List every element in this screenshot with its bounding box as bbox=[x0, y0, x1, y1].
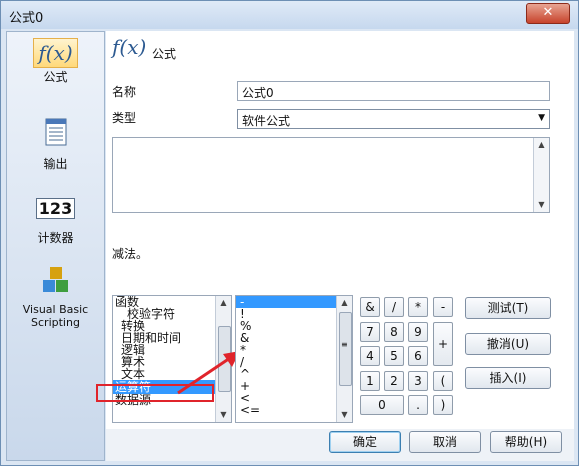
list-item-selected[interactable]: - bbox=[236, 296, 338, 308]
formula-fx-icon: f(x) bbox=[33, 38, 78, 68]
scroll-up-icon[interactable]: ▲ bbox=[216, 296, 231, 310]
close-button[interactable]: ✕ bbox=[526, 3, 570, 24]
undo-button[interactable]: 撤消(U) bbox=[465, 333, 551, 355]
name-value: 公式0 bbox=[242, 86, 274, 100]
sidebar-item-formula[interactable]: f(x) 公式 bbox=[8, 38, 103, 85]
sidebar-item-counter[interactable]: 123 计数器 bbox=[8, 198, 103, 246]
key-6[interactable]: 6 bbox=[408, 346, 428, 366]
sidebar-item-label: Visual Basic Scripting bbox=[22, 303, 89, 329]
key-8[interactable]: 8 bbox=[384, 322, 404, 342]
key-2[interactable]: 2 bbox=[384, 371, 404, 391]
key-decimal[interactable]: . bbox=[408, 395, 428, 415]
ok-button[interactable]: 确定 bbox=[329, 431, 401, 453]
key-multiply[interactable]: * bbox=[408, 297, 428, 317]
page-title: 公式 bbox=[152, 47, 177, 61]
key-minus[interactable]: - bbox=[433, 297, 453, 317]
list-item[interactable]: % bbox=[236, 320, 338, 332]
key-0[interactable]: 0 bbox=[360, 395, 404, 415]
counter-123-icon: 123 bbox=[35, 198, 76, 219]
header-formula-icon: f(x) bbox=[112, 35, 147, 59]
list-item[interactable]: & bbox=[236, 332, 338, 344]
key-right-paren[interactable]: ) bbox=[433, 395, 453, 415]
formula-textarea[interactable]: ▲ ▼ bbox=[112, 137, 550, 213]
operator-scrollbar[interactable]: ▲ ≡ ▼ bbox=[336, 296, 352, 422]
key-left-paren[interactable]: ( bbox=[433, 371, 453, 391]
test-button[interactable]: 测试(T) bbox=[465, 297, 551, 319]
help-button[interactable]: 帮助(H) bbox=[490, 431, 562, 453]
list-item[interactable]: ! bbox=[236, 308, 338, 320]
insert-button[interactable]: 插入(I) bbox=[465, 367, 551, 389]
window-title: 公式0 bbox=[9, 11, 44, 26]
close-icon: ✕ bbox=[542, 5, 554, 20]
title-bar: 公式0 ✕ bbox=[1, 1, 578, 29]
list-item[interactable]: * bbox=[236, 344, 338, 356]
annotation-arrow-icon bbox=[177, 351, 240, 395]
list-item[interactable]: ^ bbox=[236, 368, 338, 380]
chevron-down-icon: ▼ bbox=[538, 113, 545, 123]
key-ampersand[interactable]: & bbox=[360, 297, 380, 317]
key-3[interactable]: 3 bbox=[408, 371, 428, 391]
cancel-button[interactable]: 取消 bbox=[409, 431, 481, 453]
sidebar: f(x) 公式 输出 123 计数器 Visual Basic Scriptin… bbox=[6, 31, 105, 461]
type-value: 软件公式 bbox=[242, 114, 291, 128]
scroll-thumb[interactable]: ≡ bbox=[339, 312, 352, 386]
sidebar-item-label: 计数器 bbox=[37, 231, 74, 245]
formula-dialog: 公式0 ✕ f(x) 公式 输出 123 计数器 Visual Basic Sc… bbox=[0, 0, 579, 466]
dialog-footer: 确定 取消 帮助(H) bbox=[106, 429, 574, 461]
sidebar-item-output[interactable]: 输出 bbox=[8, 118, 103, 172]
scroll-up-icon[interactable]: ▲ bbox=[337, 296, 352, 310]
sidebar-item-vbscript[interactable]: Visual Basic Scripting bbox=[8, 266, 103, 329]
key-7[interactable]: 7 bbox=[360, 322, 380, 342]
key-1[interactable]: 1 bbox=[360, 371, 380, 391]
grip-icon: ≡ bbox=[341, 340, 348, 349]
sidebar-item-label: 公式 bbox=[43, 70, 68, 84]
name-field[interactable]: 公式0 bbox=[237, 81, 550, 101]
vbscript-blocks-icon bbox=[41, 266, 71, 299]
output-document-icon bbox=[45, 118, 67, 149]
sidebar-item-label: 输出 bbox=[43, 157, 68, 171]
textarea-scrollbar[interactable]: ▲ ▼ bbox=[533, 138, 549, 212]
list-item[interactable]: + bbox=[236, 380, 338, 392]
scroll-down-icon[interactable]: ▼ bbox=[337, 408, 352, 422]
key-5[interactable]: 5 bbox=[384, 346, 404, 366]
key-4[interactable]: 4 bbox=[360, 346, 380, 366]
formula-editor-panel: f(x) 公式 名称 公式0 类型 软件公式 ▼ ▲ ▼ 减法。 函数 校验字符… bbox=[96, 31, 574, 461]
operator-list[interactable]: - ! % & * / ^ + < <= ▲ ≡ ▼ bbox=[235, 295, 353, 423]
scroll-up-icon[interactable]: ▲ bbox=[534, 138, 549, 152]
key-divide[interactable]: / bbox=[384, 297, 404, 317]
type-label: 类型 bbox=[112, 111, 137, 125]
list-item[interactable]: / bbox=[236, 356, 338, 368]
scroll-down-icon[interactable]: ▼ bbox=[216, 408, 231, 422]
description-text: 减法。 bbox=[112, 247, 149, 261]
key-plus[interactable]: + bbox=[433, 322, 453, 366]
scroll-down-icon[interactable]: ▼ bbox=[534, 198, 549, 212]
list-item[interactable]: <= bbox=[236, 404, 338, 416]
type-select[interactable]: 软件公式 ▼ bbox=[237, 109, 550, 129]
name-label: 名称 bbox=[112, 85, 137, 99]
key-9[interactable]: 9 bbox=[408, 322, 428, 342]
